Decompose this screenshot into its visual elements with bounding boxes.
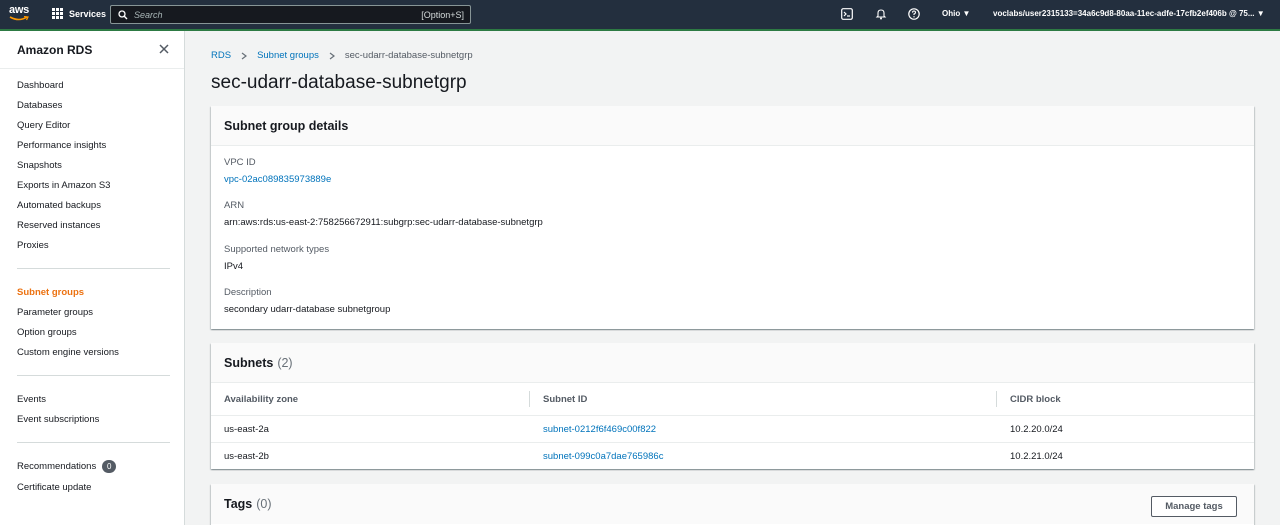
table-row-divider bbox=[211, 415, 1254, 416]
recommendations-count-badge: 0 bbox=[102, 460, 117, 473]
arn-value: arn:aws:rds:us-east-2:758256672911:subgr… bbox=[224, 217, 543, 228]
column-header-subnet-id[interactable]: Subnet ID bbox=[543, 394, 587, 405]
cidr-block-cell: 10.2.21.0/24 bbox=[1010, 451, 1063, 462]
sidebar-item-reserved-instances[interactable]: Reserved instances bbox=[17, 220, 100, 231]
tags-title: Tags bbox=[224, 497, 253, 511]
panel-title: Tags (0) bbox=[224, 497, 272, 511]
subnet-id-link[interactable]: subnet-099c0a7dae765986c bbox=[543, 451, 663, 462]
sidebar-item-subnet-groups[interactable]: Subnet groups bbox=[17, 287, 84, 298]
sidebar-item-option-groups[interactable]: Option groups bbox=[17, 327, 77, 338]
breadcrumb-current: sec-udarr-database-subnetgrp bbox=[344, 50, 473, 61]
search-placeholder: Search bbox=[134, 9, 163, 20]
sidebar-item-recommendations[interactable]: Recommendations 0 bbox=[17, 460, 117, 473]
network-types-value: IPv4 bbox=[224, 261, 244, 272]
breadcrumb-link-subnet-groups[interactable]: Subnet groups bbox=[257, 50, 319, 61]
help-icon[interactable] bbox=[908, 8, 920, 20]
services-menu-button[interactable]: Services bbox=[52, 8, 106, 19]
sidebar-header-divider bbox=[0, 68, 184, 69]
sidebar-item-snapshots[interactable]: Snapshots bbox=[17, 160, 62, 171]
search-icon bbox=[118, 9, 128, 19]
subnets-panel: Subnets (2) Availability zone Subnet ID C… bbox=[211, 343, 1254, 469]
sidebar-item-performance-insights[interactable]: Performance insights bbox=[17, 140, 106, 151]
availability-zone-cell: us-east-2b bbox=[224, 451, 269, 462]
nav-accent-bar bbox=[0, 29, 1280, 31]
sidebar-item-event-subscriptions[interactable]: Event subscriptions bbox=[17, 414, 99, 425]
top-navigation-bar: aws Services Search [Option+S] Ohio ▼ vo… bbox=[0, 0, 1280, 29]
aws-logo[interactable]: aws bbox=[9, 5, 33, 25]
chevron-right-icon bbox=[241, 52, 248, 59]
sidebar-item-proxies[interactable]: Proxies bbox=[17, 240, 49, 251]
sidebar-item-automated-backups[interactable]: Automated backups bbox=[17, 200, 101, 211]
column-divider bbox=[996, 391, 997, 407]
grid-icon bbox=[52, 8, 63, 19]
manage-tags-button[interactable]: Manage tags bbox=[1151, 496, 1237, 517]
sidebar-separator bbox=[17, 375, 170, 376]
page-title: sec-udarr-database-subnetgrp bbox=[211, 72, 467, 93]
breadcrumb-link-rds[interactable]: RDS bbox=[211, 50, 231, 61]
sidebar-item-query-editor[interactable]: Query Editor bbox=[17, 120, 70, 131]
sidebar-item-dashboard[interactable]: Dashboard bbox=[17, 80, 63, 91]
cidr-block-cell: 10.2.20.0/24 bbox=[1010, 424, 1063, 435]
tags-count: (0) bbox=[256, 497, 272, 511]
aws-logo-text: aws bbox=[9, 4, 29, 16]
region-selector[interactable]: Ohio ▼ bbox=[942, 9, 970, 18]
sidebar-title: Amazon RDS bbox=[17, 43, 93, 57]
subnets-count: (2) bbox=[277, 356, 293, 370]
availability-zone-cell: us-east-2a bbox=[224, 424, 269, 435]
sidebar-separator bbox=[17, 442, 170, 443]
sidebar-item-parameter-groups[interactable]: Parameter groups bbox=[17, 307, 93, 318]
account-menu[interactable]: voclabs/user2315133=34a6c9d8-80aa-11ec-a… bbox=[993, 9, 1265, 18]
panel-header: Subnet group details bbox=[211, 106, 1254, 146]
services-label: Services bbox=[69, 8, 107, 19]
panel-title: Subnets (2) bbox=[224, 356, 293, 370]
panel-title: Subnet group details bbox=[224, 119, 349, 133]
panel-header: Subnets (2) bbox=[211, 343, 1254, 383]
tags-panel: Tags (0) Manage tags bbox=[211, 484, 1254, 525]
aws-smile-icon bbox=[9, 16, 29, 21]
network-types-label: Supported network types bbox=[224, 244, 330, 255]
subnet-group-details-panel: Subnet group details VPC ID vpc-02ac0898… bbox=[211, 106, 1254, 329]
arn-label: ARN bbox=[224, 200, 245, 211]
subnet-id-link[interactable]: subnet-0212f6f469c00f822 bbox=[543, 424, 656, 435]
cloudshell-icon[interactable] bbox=[841, 8, 853, 20]
chevron-right-icon bbox=[329, 52, 335, 59]
sidebar-item-exports-s3[interactable]: Exports in Amazon S3 bbox=[17, 180, 110, 191]
search-input[interactable]: Search [Option+S] bbox=[110, 5, 471, 24]
vpc-id-link[interactable]: vpc-02ac089835973889e bbox=[224, 174, 331, 185]
description-value: secondary udarr-database subnetgroup bbox=[224, 304, 391, 315]
subnets-title: Subnets bbox=[224, 356, 274, 370]
panel-header: Tags (0) Manage tags bbox=[211, 484, 1254, 524]
close-icon[interactable] bbox=[158, 43, 170, 55]
breadcrumb: RDS Subnet groups sec-udarr-database-sub… bbox=[211, 50, 473, 61]
description-label: Description bbox=[224, 287, 272, 298]
table-row-divider bbox=[211, 442, 1254, 443]
column-divider bbox=[529, 391, 530, 407]
sidebar-item-events[interactable]: Events bbox=[17, 394, 46, 405]
sidebar: Amazon RDS Dashboard Databases Query Edi… bbox=[0, 31, 185, 525]
search-shortcut: [Option+S] bbox=[421, 9, 464, 20]
column-header-cidr-block[interactable]: CIDR block bbox=[1010, 394, 1061, 405]
vpc-id-label: VPC ID bbox=[224, 157, 256, 168]
sidebar-separator bbox=[17, 268, 170, 269]
sidebar-item-custom-engine-versions[interactable]: Custom engine versions bbox=[17, 347, 119, 358]
notifications-bell-icon[interactable] bbox=[875, 8, 887, 20]
column-header-availability-zone[interactable]: Availability zone bbox=[224, 394, 298, 405]
sidebar-item-databases[interactable]: Databases bbox=[17, 100, 62, 111]
sidebar-item-certificate-update[interactable]: Certificate update bbox=[17, 482, 91, 493]
sidebar-item-label: Recommendations bbox=[17, 461, 97, 473]
